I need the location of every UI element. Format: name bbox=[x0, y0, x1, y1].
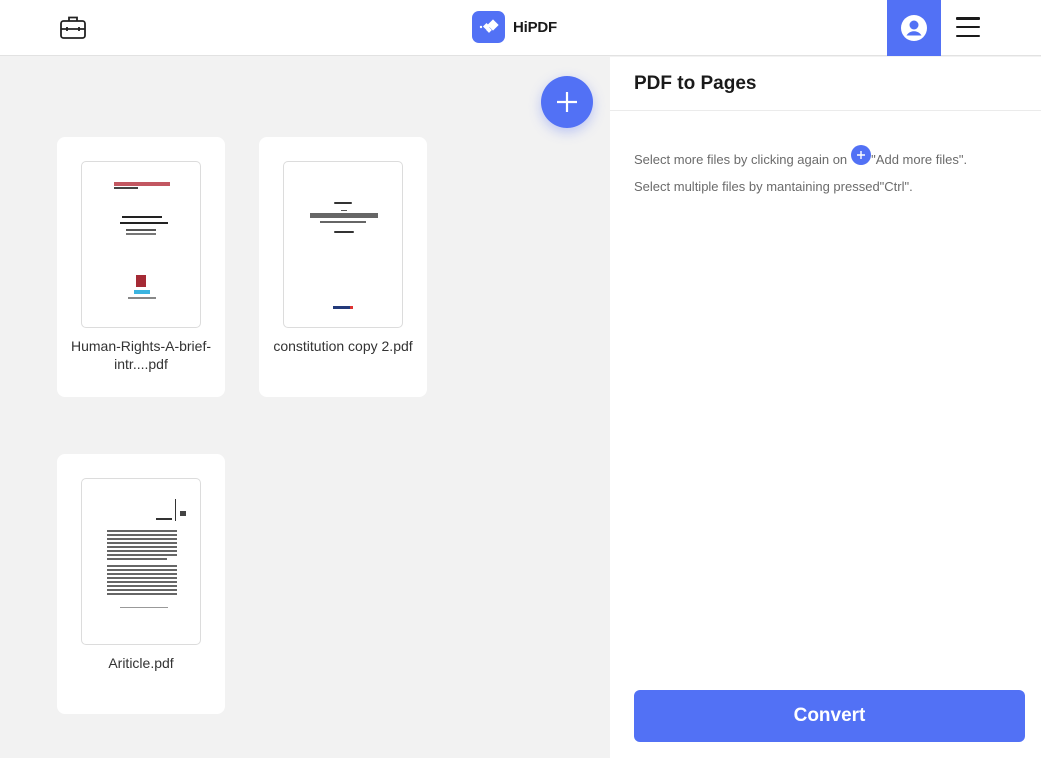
file-name: constitution copy 2.pdf bbox=[273, 338, 413, 354]
add-more-files-icon[interactable] bbox=[851, 145, 872, 165]
pdf-thumbnail bbox=[81, 478, 201, 645]
file-card[interactable]: Human-Rights-A-brief-intr....pdf bbox=[57, 137, 225, 397]
plus-icon bbox=[557, 92, 577, 112]
panel-title: PDF to Pages bbox=[634, 73, 757, 94]
hint-multiple: Select multiple files by mantaining pres… bbox=[634, 179, 913, 194]
file-card[interactable]: Ariticle.pdf bbox=[57, 454, 225, 714]
logo-icon bbox=[472, 11, 505, 43]
pdf-thumbnail bbox=[283, 161, 403, 328]
file-name: Human-Rights-A-brief-intr....pdf bbox=[70, 338, 212, 372]
top-bar: HiPDF bbox=[0, 0, 1041, 56]
file-workspace: Human-Rights-A-brief-intr....pdf constit… bbox=[0, 57, 610, 758]
hamburger-menu-icon[interactable] bbox=[954, 14, 982, 40]
user-account-button[interactable] bbox=[887, 0, 941, 56]
user-icon bbox=[901, 15, 927, 41]
hint-text: "Add more files". bbox=[871, 152, 968, 167]
briefcase-icon[interactable] bbox=[59, 13, 87, 41]
file-card[interactable]: constitution copy 2.pdf bbox=[259, 137, 427, 397]
conversion-panel: PDF to Pages Select more files by clicki… bbox=[610, 57, 1041, 758]
divider bbox=[610, 110, 1041, 111]
convert-button[interactable]: Convert bbox=[634, 690, 1025, 742]
logo[interactable]: HiPDF bbox=[472, 11, 557, 43]
logo-text: HiPDF bbox=[513, 18, 558, 36]
pdf-thumbnail bbox=[81, 161, 201, 328]
hint-add-more: Select more files by clicking again on "A… bbox=[634, 145, 967, 167]
add-files-button[interactable] bbox=[541, 76, 593, 128]
hint-text: Select more files by clicking again on bbox=[634, 152, 848, 167]
file-name: Ariticle.pdf bbox=[108, 655, 174, 671]
